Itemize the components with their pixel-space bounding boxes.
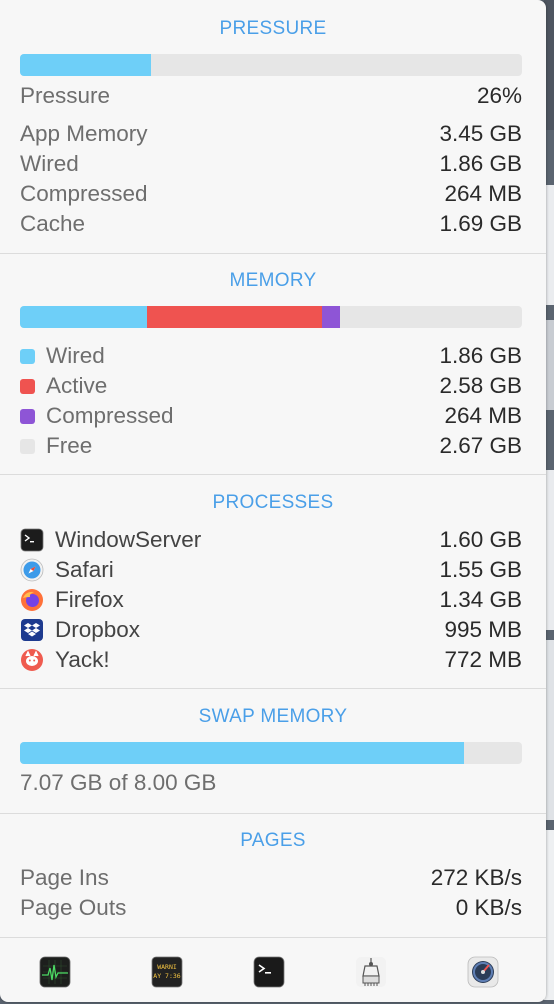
- processes-section-title: PROCESSES: [212, 492, 334, 513]
- memory-legend-item: Compressed 264 MB: [20, 401, 522, 431]
- memory-bar-segment-active: [146, 306, 323, 328]
- memory-bar: [20, 306, 522, 328]
- free-color-swatch: [20, 438, 35, 454]
- process-memory: 1.34 GB: [439, 587, 522, 612]
- pressure-section-title: PRESSURE: [219, 18, 327, 39]
- memory-stats-popover: PRESSURE Pressure 26% App Memory 3.45 GB…: [0, 0, 546, 1002]
- process-row[interactable]: WindowServer 1.60 GB: [20, 525, 522, 555]
- compressed-value: 264 MB: [444, 181, 522, 206]
- process-memory: 1.60 GB: [439, 527, 522, 552]
- pressure-label: Pressure: [20, 83, 111, 108]
- memory-bar-segment-wired: [20, 306, 147, 328]
- memory-legend-item: Active 2.58 GB: [20, 371, 522, 401]
- process-name: Firefox: [55, 587, 124, 612]
- memory-bar-segment-compressed: [322, 306, 341, 328]
- compressed-color-swatch: [20, 408, 35, 424]
- section-divider: [0, 474, 546, 475]
- page-ins-value: 272 KB/s: [430, 865, 522, 890]
- page-outs-row: Page Outs 0 KB/s: [20, 893, 522, 923]
- pressure-bar: [20, 54, 522, 76]
- app-memory-value: 3.45 GB: [439, 121, 522, 146]
- section-divider: [0, 253, 546, 254]
- cache-value: 1.69 GB: [439, 211, 522, 236]
- process-row[interactable]: Yack! 772 MB: [20, 645, 522, 675]
- process-memory: 1.55 GB: [439, 557, 522, 582]
- pressure-row: Pressure 26%: [20, 81, 522, 111]
- dropbox-icon: [20, 618, 44, 642]
- memory-section-title: MEMORY: [229, 270, 317, 291]
- console-icon-text-2: AY 7:36: [153, 972, 180, 980]
- pressure-value: 26%: [476, 83, 522, 108]
- process-row[interactable]: Safari 1.55 GB: [20, 555, 522, 585]
- system-information-icon: [356, 957, 386, 987]
- process-name: Dropbox: [55, 617, 141, 642]
- process-row[interactable]: Firefox 1.34 GB: [20, 585, 522, 615]
- app-memory-label: App Memory: [20, 121, 148, 146]
- cache-row: Cache 1.69 GB: [20, 209, 522, 239]
- swap-bar: [20, 742, 522, 764]
- activity-monitor-icon: [39, 956, 71, 988]
- swap-section-title: SWAP MEMORY: [198, 706, 348, 727]
- compressed-row: Compressed 264 MB: [20, 179, 522, 209]
- memory-wired-label: Wired: [46, 343, 105, 368]
- memory-active-value: 2.58 GB: [439, 373, 522, 398]
- pages-section-title: PAGES: [240, 830, 306, 851]
- memory-active-label: Active: [46, 373, 108, 398]
- safari-icon: [20, 558, 44, 582]
- terminal-button[interactable]: [253, 956, 285, 988]
- active-color-swatch: [20, 378, 35, 394]
- memory-compressed-label: Compressed: [46, 403, 174, 428]
- console-button[interactable]: WARNI AY 7:36: [151, 956, 183, 988]
- swap-summary: 7.07 GB of 8.00 GB: [20, 770, 217, 795]
- console-icon: WARNIAY 7:36: [151, 956, 183, 988]
- page-ins-label: Page Ins: [20, 865, 109, 890]
- yack-icon: [20, 648, 44, 672]
- process-name: Yack!: [55, 647, 110, 672]
- memory-legend-item: Wired 1.86 GB: [20, 341, 522, 371]
- firefox-icon: [20, 588, 44, 612]
- terminal-icon: [253, 956, 285, 988]
- console-icon-text-1: WARNI: [157, 963, 177, 971]
- compressed-label: Compressed: [20, 181, 148, 206]
- pressure-bar-fill: [20, 54, 151, 76]
- app-memory-row: App Memory 3.45 GB: [20, 119, 522, 149]
- app-shortcut-toolbar: WARNI AY 7:36: [0, 938, 546, 1002]
- wired-row: Wired 1.86 GB: [20, 149, 522, 179]
- wired-color-swatch: [20, 348, 35, 364]
- swap-bar-fill: [20, 742, 464, 764]
- process-memory: 995 MB: [444, 617, 522, 642]
- wired-label: Wired: [20, 151, 79, 176]
- process-memory: 772 MB: [444, 647, 522, 672]
- memory-free-value: 2.67 GB: [439, 433, 522, 458]
- page-outs-label: Page Outs: [20, 895, 127, 920]
- memory-wired-value: 1.86 GB: [439, 343, 522, 368]
- section-divider: [0, 688, 546, 689]
- terminal-icon: [20, 528, 44, 552]
- activity-monitor-button[interactable]: [39, 956, 71, 988]
- swap-summary-row: 7.07 GB of 8.00 GB: [20, 768, 522, 798]
- memory-legend-item: Free 2.67 GB: [20, 431, 522, 461]
- process-name: Safari: [55, 557, 114, 582]
- process-row[interactable]: Dropbox 995 MB: [20, 615, 522, 645]
- system-information-button[interactable]: [355, 956, 387, 988]
- disk-utility-button[interactable]: [467, 956, 499, 988]
- memory-free-label: Free: [46, 433, 93, 458]
- page-ins-row: Page Ins 272 KB/s: [20, 863, 522, 893]
- section-divider: [0, 813, 546, 814]
- disk-utility-icon: [467, 956, 499, 988]
- cache-label: Cache: [20, 211, 86, 236]
- wired-value: 1.86 GB: [439, 151, 522, 176]
- page-outs-value: 0 KB/s: [455, 895, 522, 920]
- memory-compressed-value: 264 MB: [444, 403, 522, 428]
- process-name: WindowServer: [55, 527, 202, 552]
